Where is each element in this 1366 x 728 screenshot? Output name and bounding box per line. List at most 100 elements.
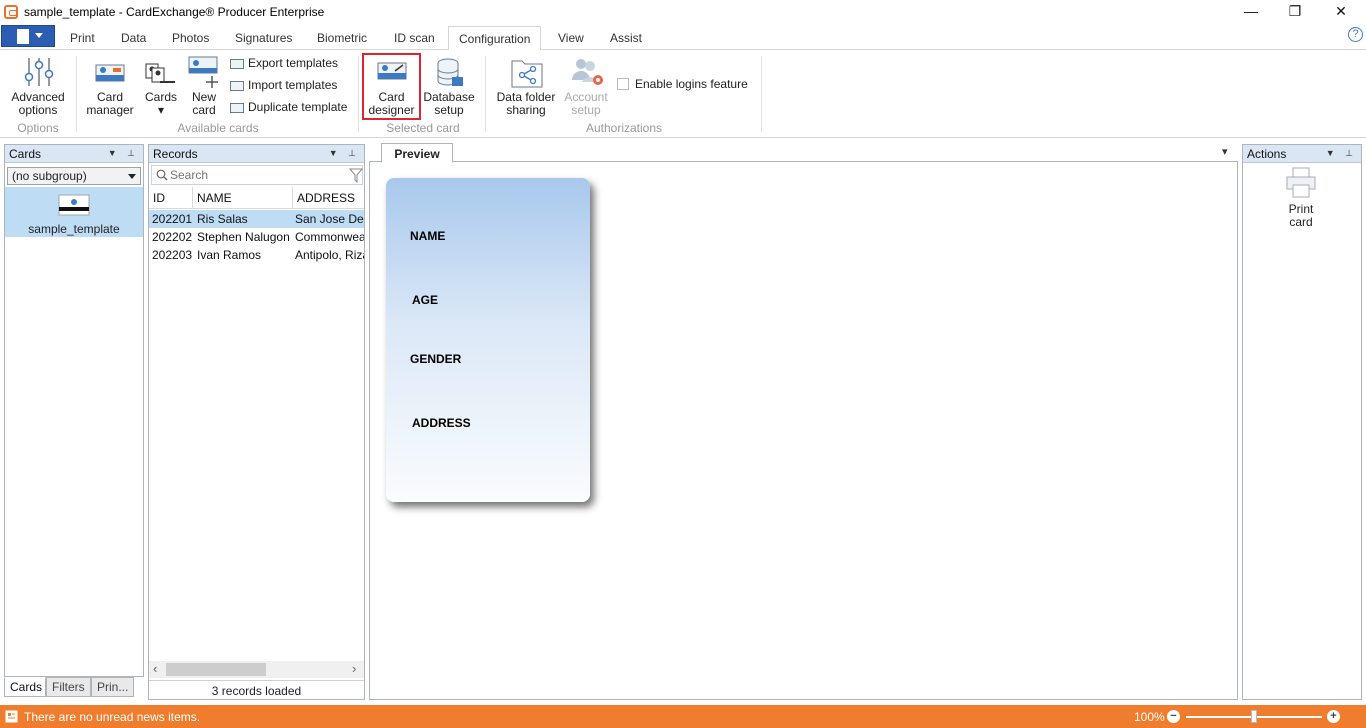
tab-signatures[interactable]: Signatures — [235, 31, 292, 45]
tab-filters[interactable]: Filters — [46, 677, 91, 697]
restore-button[interactable]: ❐ — [1272, 0, 1318, 24]
column-header-address[interactable]: ADDRESS — [293, 187, 364, 209]
close-button[interactable]: ✕ — [1318, 0, 1364, 24]
actions-panel-title: Actions — [1247, 147, 1287, 161]
tab-preview[interactable]: Preview — [381, 143, 453, 163]
search-icon — [156, 169, 168, 181]
export-templates-label: Export templates — [248, 56, 339, 70]
enable-logins-checkbox[interactable]: Enable logins feature — [617, 77, 752, 93]
import-templates-button[interactable]: Import templates — [230, 78, 356, 94]
zoom-out-button[interactable]: − — [1167, 710, 1180, 723]
records-status: 3 records loaded — [149, 680, 364, 700]
duplicate-template-button[interactable]: Duplicate template — [230, 100, 356, 116]
horizontal-scrollbar[interactable]: ‹ › — [149, 661, 364, 678]
print-card-button[interactable]: Print card — [1271, 167, 1331, 233]
help-icon[interactable]: ? — [1348, 27, 1363, 42]
tab-id-scan[interactable]: ID scan — [394, 31, 435, 45]
tab-assist[interactable]: Assist — [610, 31, 642, 45]
cell-address: Commonwea — [295, 230, 364, 244]
table-row[interactable]: 202201 Ris Salas San Jose Del — [149, 210, 364, 228]
subgroup-value: (no subgroup) — [12, 169, 87, 183]
template-name: sample_template — [28, 222, 120, 236]
checkbox-box[interactable] — [617, 78, 629, 90]
actions-panel: Actions ▼ ⊥ Print card — [1242, 144, 1362, 700]
cards-dropdown-button[interactable]: Cards ▾ — [140, 54, 182, 124]
search-box[interactable] — [151, 165, 363, 185]
zoom-slider-thumb[interactable] — [1251, 710, 1257, 723]
tab-cards[interactable]: Cards — [4, 677, 46, 697]
account-settings-icon — [572, 59, 603, 85]
card-field-address: ADDRESS — [412, 416, 471, 430]
group-separator — [485, 56, 486, 132]
title-bar: sample_template - CardExchange® Producer… — [0, 0, 1366, 24]
status-bar: There are no unread news items. 100% − + — [0, 705, 1366, 728]
tab-print[interactable]: Print — [70, 31, 95, 45]
column-header-id[interactable]: ID — [149, 187, 193, 209]
card-field-gender: GENDER — [410, 352, 462, 366]
sliders-icon — [24, 58, 54, 86]
template-item[interactable]: sample_template — [5, 187, 143, 237]
cell-name: Ivan Ramos — [197, 248, 262, 262]
tab-view[interactable]: View — [558, 31, 584, 45]
records-panel-title: Records — [153, 147, 198, 161]
new-card-icon — [188, 56, 218, 88]
app-logo-icon — [4, 5, 18, 19]
scroll-left-icon[interactable]: ‹ — [153, 661, 157, 676]
pin-icon[interactable]: ▼ ⊥ — [108, 148, 139, 159]
records-panel-header: Records ▼ ⊥ — [149, 145, 364, 163]
chevron-down-icon: ▾ — [157, 103, 165, 117]
table-row[interactable]: 202203 Ivan Ramos Antipolo, Riza — [149, 246, 364, 264]
account-setup-button: Account setup — [562, 54, 610, 124]
pin-icon[interactable]: ▼ ⊥ — [1326, 148, 1357, 159]
data-folder-sharing-button[interactable]: Data folder sharing — [492, 54, 560, 124]
advanced-options-button[interactable]: Advanced options — [8, 54, 68, 124]
card-designer-highlight — [362, 53, 421, 120]
group-separator — [358, 56, 359, 132]
card-manager-button[interactable]: Card manager — [84, 54, 136, 124]
preview-menu-icon[interactable]: ▾ — [1222, 145, 1228, 158]
zoom-in-button[interactable]: + — [1327, 710, 1340, 723]
database-setup-label-2: setup — [434, 103, 464, 117]
minimize-button[interactable]: — — [1228, 0, 1274, 24]
import-icon — [230, 81, 244, 91]
filter-icon[interactable] — [349, 168, 363, 183]
chevron-down-icon — [128, 174, 136, 179]
export-templates-button[interactable]: Export templates — [230, 56, 356, 72]
card-field-name: NAME — [410, 229, 446, 243]
card-field-age: AGE — [412, 293, 439, 307]
new-card-label-2: card — [192, 103, 216, 117]
group-label-options: Options — [17, 121, 59, 135]
cell-name: Ris Salas — [197, 212, 248, 226]
column-header-name[interactable]: NAME — [193, 187, 293, 209]
scrollbar-thumb[interactable] — [166, 663, 266, 676]
file-menu-button[interactable] — [1, 25, 55, 47]
tab-data[interactable]: Data — [121, 31, 146, 45]
document-icon — [17, 29, 29, 44]
database-icon — [437, 58, 463, 86]
tab-biometric[interactable]: Biometric — [317, 31, 367, 45]
subgroup-select[interactable]: (no subgroup) — [7, 167, 141, 185]
card-template-icon — [58, 194, 90, 216]
group-label-selected-card: Selected card — [386, 121, 460, 135]
import-templates-label: Import templates — [248, 78, 338, 92]
new-card-button[interactable]: New card — [184, 54, 224, 124]
zoom-percentage: 100% — [1134, 710, 1165, 724]
table-row[interactable]: 202202 Stephen Nalugon Commonwea — [149, 228, 364, 246]
group-label-authorizations: Authorizations — [585, 121, 663, 135]
share-folder-icon — [511, 60, 543, 88]
data-folder-sharing-label-2: sharing — [506, 103, 546, 117]
tab-photos[interactable]: Photos — [172, 31, 209, 45]
search-input[interactable] — [170, 167, 340, 183]
records-table-header: ID NAME ADDRESS — [149, 187, 364, 209]
scroll-right-icon[interactable]: › — [352, 661, 356, 676]
database-setup-button[interactable]: Database setup — [422, 54, 476, 124]
group-label-available-cards: Available cards — [177, 121, 259, 135]
tab-configuration[interactable]: Configuration — [448, 26, 542, 51]
advanced-options-label-2: options — [18, 103, 58, 117]
card-manager-label-2: manager — [86, 103, 134, 117]
cards-panel: Cards ▼ ⊥ (no subgroup) sample_template — [4, 144, 144, 677]
account-setup-label-2: setup — [571, 103, 601, 117]
tab-print-panel[interactable]: Prin... — [91, 677, 134, 697]
news-icon[interactable] — [5, 710, 18, 723]
pin-icon[interactable]: ▼ ⊥ — [329, 148, 360, 159]
